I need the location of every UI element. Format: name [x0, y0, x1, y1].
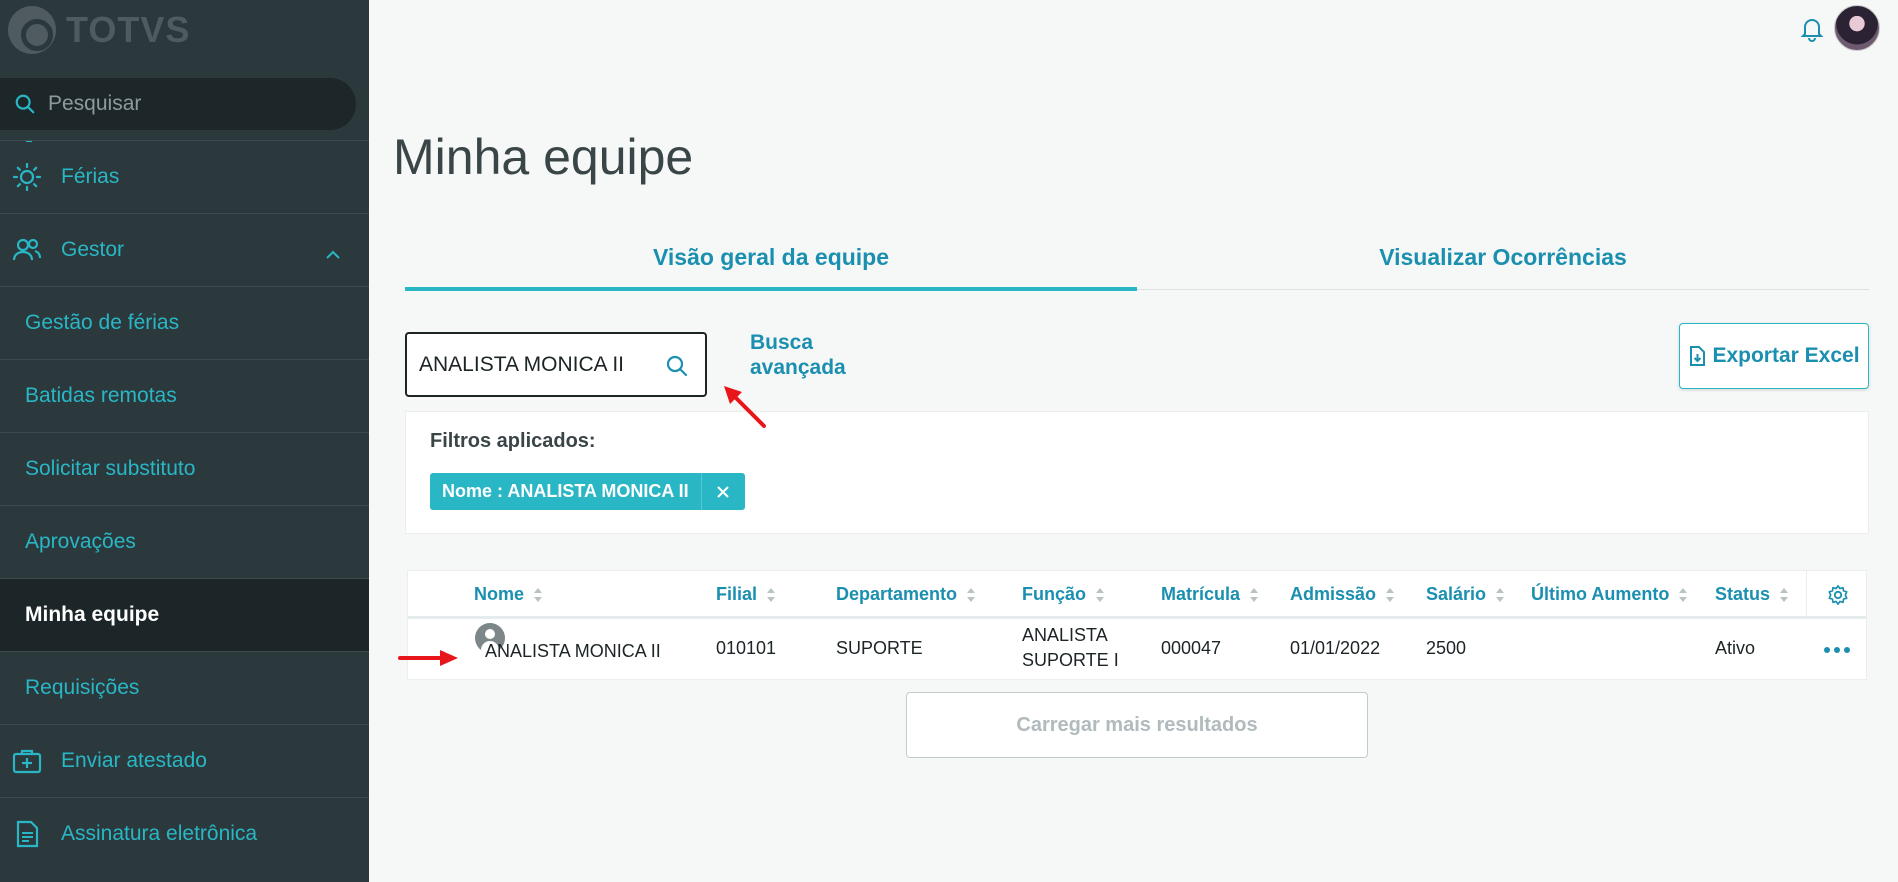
- cell-admissao: 01/01/2022: [1290, 638, 1381, 658]
- sort-icon: [1679, 587, 1688, 602]
- applied-filters-panel: Filtros aplicados: Nome : ANALISTA MONIC…: [405, 411, 1869, 534]
- sort-icon: [1496, 587, 1505, 602]
- cell-departamento: SUPORTE: [836, 638, 923, 658]
- tab-visao-geral[interactable]: Visão geral da equipe: [405, 236, 1137, 291]
- tab-visualizar-ocorrencias[interactable]: Visualizar Ocorrências: [1137, 236, 1869, 289]
- column-label: Status: [1715, 584, 1771, 604]
- sidebar-search[interactable]: [0, 78, 356, 130]
- table-header: Nome Filial Departamento Função Matrícul…: [408, 571, 1866, 619]
- sidebar-menu: Férias Gestor Gestão de férias Batidas r…: [0, 140, 369, 870]
- sidebar-item-batidas-remotas[interactable]: Batidas remotas: [0, 359, 369, 432]
- gear-icon: [1827, 585, 1848, 605]
- cell-matricula: 000047: [1161, 638, 1222, 658]
- sidebar-item-aprovacoes[interactable]: Aprovações: [0, 505, 369, 578]
- sidebar-item-gestor[interactable]: Gestor: [0, 213, 369, 286]
- column-header-admissao[interactable]: Admissão: [1290, 584, 1395, 605]
- column-label: Função: [1022, 584, 1087, 604]
- column-label: Admissão: [1290, 584, 1377, 604]
- cell-status: Ativo: [1715, 638, 1756, 658]
- cell-salario: 2500: [1426, 638, 1467, 658]
- chevron-up-icon: [325, 242, 341, 266]
- sidebar-item-requisicoes[interactable]: Requisições: [0, 651, 369, 724]
- totvs-logo[interactable]: TOTVS: [8, 6, 190, 54]
- search-icon: [15, 94, 35, 114]
- sidebar-item-label: Minha equipe: [25, 603, 160, 626]
- brand-name: TOTVS: [66, 9, 191, 50]
- bell-icon[interactable]: [1799, 16, 1825, 42]
- advanced-search-link[interactable]: Busca avançada: [750, 330, 870, 380]
- filters-label: Filtros aplicados:: [430, 430, 596, 452]
- sidebar-item-assinatura-eletronica[interactable]: Assinatura eletrônica: [0, 797, 369, 870]
- sort-icon: [1250, 587, 1259, 602]
- sort-icon: [967, 587, 976, 602]
- load-more-button[interactable]: Carregar mais resultados: [906, 692, 1368, 758]
- sort-icon: [767, 587, 776, 602]
- export-excel-label: Exportar Excel: [1712, 344, 1860, 367]
- sidebar-item-label: Requisições: [25, 676, 140, 699]
- sidebar-item-label: Enviar atestado: [61, 749, 207, 772]
- sidebar-item-ferias[interactable]: Férias: [0, 140, 369, 213]
- table-settings[interactable]: [1806, 571, 1868, 619]
- column-label: Salário: [1426, 584, 1487, 604]
- medical-kit-icon: [12, 746, 42, 776]
- annotation-arrow-search: [724, 386, 766, 428]
- column-header-matricula[interactable]: Matrícula: [1161, 584, 1259, 605]
- sidebar-item-gestao-de-ferias[interactable]: Gestão de férias: [0, 286, 369, 359]
- search-icon[interactable]: [665, 354, 689, 378]
- more-options-icon[interactable]: [1824, 647, 1850, 653]
- team-search-input[interactable]: [419, 352, 659, 377]
- sun-icon: [12, 162, 42, 192]
- sidebar: TOTVS Férias Gestor Gestão de férias Bat…: [0, 0, 369, 882]
- document-icon: [12, 819, 42, 849]
- sidebar-item-label: Gestor: [61, 238, 125, 261]
- team-search-field[interactable]: [405, 332, 707, 397]
- column-label: Nome: [474, 584, 525, 604]
- column-label: Departamento: [836, 584, 958, 604]
- cell-filial: 010101: [716, 638, 777, 658]
- sidebar-item-label: Gestão de férias: [25, 311, 180, 334]
- column-header-ultimo-aumento[interactable]: Último Aumento: [1531, 584, 1688, 605]
- column-header-status[interactable]: Status: [1715, 584, 1789, 605]
- column-header-departamento[interactable]: Departamento: [836, 584, 976, 605]
- sidebar-item-label: Solicitar substituto: [25, 457, 196, 480]
- filter-chip: Nome : ANALISTA MONICA II: [430, 473, 745, 510]
- table-row[interactable]: ANALISTA MONICA II 010101 SUPORTE ANALIS…: [408, 622, 1866, 681]
- sidebar-search-input[interactable]: [48, 92, 328, 116]
- sort-icon: [1096, 587, 1105, 602]
- file-download-icon: [1690, 346, 1706, 366]
- sidebar-item-enviar-atestado[interactable]: Enviar atestado: [0, 724, 369, 797]
- user-avatar[interactable]: [1834, 5, 1880, 51]
- close-icon[interactable]: [700, 473, 745, 510]
- sidebar-item-label: Assinatura eletrônica: [61, 822, 258, 845]
- column-header-salario[interactable]: Salário: [1426, 584, 1505, 605]
- filter-chip-label: Nome : ANALISTA MONICA II: [442, 481, 689, 501]
- sidebar-item-label: Aprovações: [25, 530, 136, 553]
- sort-icon: [534, 587, 543, 602]
- sort-icon: [1386, 587, 1395, 602]
- team-icon: [12, 235, 42, 265]
- cell-funcao-line2: SUPORTE I: [1022, 650, 1119, 670]
- column-header-filial[interactable]: Filial: [716, 584, 776, 605]
- sidebar-item-solicitar-substituto[interactable]: Solicitar substituto: [0, 432, 369, 505]
- export-excel-button[interactable]: Exportar Excel: [1679, 323, 1869, 389]
- cell-nome: ANALISTA MONICA II: [485, 641, 661, 661]
- sidebar-item-label: Férias: [61, 165, 120, 188]
- sidebar-item-label: Batidas remotas: [25, 384, 177, 407]
- tabs: Visão geral da equipe Visualizar Ocorrên…: [405, 236, 1869, 291]
- page-title: Minha equipe: [393, 129, 694, 185]
- column-header-nome[interactable]: Nome: [474, 584, 543, 605]
- column-label: Matrícula: [1161, 584, 1241, 604]
- totvs-logo-icon: [8, 6, 56, 54]
- team-table: Nome Filial Departamento Função Matrícul…: [407, 570, 1867, 680]
- sidebar-item-minha-equipe[interactable]: Minha equipe: [0, 578, 369, 651]
- column-label: Filial: [716, 584, 758, 604]
- cell-funcao-line1: ANALISTA: [1022, 625, 1108, 645]
- sort-icon: [1780, 587, 1789, 602]
- column-header-funcao[interactable]: Função: [1022, 584, 1105, 605]
- annotation-arrow-row: [398, 650, 458, 666]
- column-label: Último Aumento: [1531, 584, 1670, 604]
